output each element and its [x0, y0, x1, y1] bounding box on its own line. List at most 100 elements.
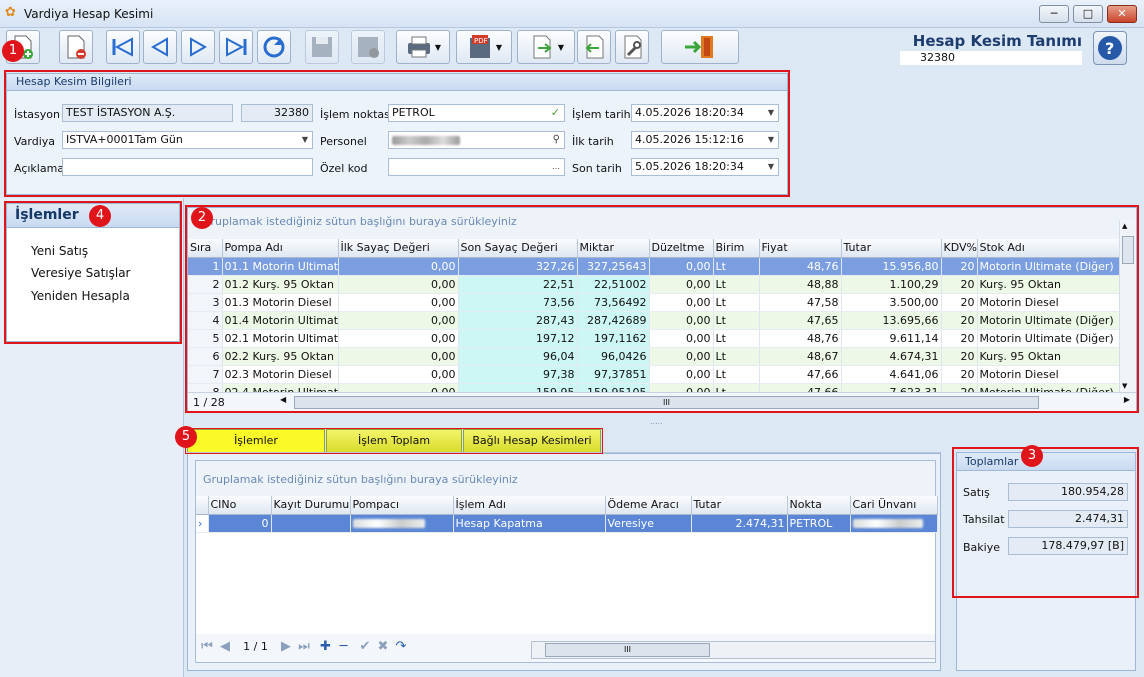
istasyon-code-field[interactable]: 32380 — [241, 104, 313, 122]
sidebar-item-veresiye[interactable]: Veresiye Satışlar — [31, 266, 130, 280]
last-page-icon[interactable]: ⏭ — [295, 639, 313, 654]
ozel-kod-field[interactable]: … — [388, 158, 565, 176]
bakiye-label: Bakiye — [963, 541, 1000, 554]
table-row[interactable]: › 0 Hesap Kapatma Veresiye 2.474,31 PETR… — [196, 514, 938, 533]
son-tarih-picker[interactable]: 5.05.2026 18:20:34 ▼ — [631, 158, 779, 176]
table-row[interactable]: 1 01.1 Motorin Ultimate 0,00 327,26 327,2564… — [188, 257, 1120, 276]
pump-col-header[interactable]: Miktar — [577, 239, 650, 258]
pompaci-redacted — [352, 519, 425, 528]
pump-cell: 48,76 — [759, 257, 842, 276]
splitter-handle[interactable]: ..... — [650, 417, 663, 426]
tx-col-header[interactable]: Nokta — [787, 496, 851, 515]
pump-cell: 287,43 — [458, 311, 578, 330]
tx-hscrollbar[interactable]: III — [531, 641, 936, 659]
islem-tarihi-picker[interactable]: 4.05.2026 18:20:34 ▼ — [631, 104, 779, 122]
tx-col-header[interactable]: Pompacı — [350, 496, 454, 515]
tx-col-header[interactable]: Kayıt Durumu — [271, 496, 351, 515]
pump-col-header[interactable]: Stok Adı — [977, 239, 1120, 258]
print-button[interactable]: ▼ — [396, 30, 450, 64]
tab-islemler[interactable]: İşlemler — [187, 429, 325, 453]
tab-islem-toplam[interactable]: İşlem Toplam — [326, 429, 462, 452]
close-button[interactable]: ✕ — [1107, 5, 1137, 23]
table-row[interactable]: 2 01.2 Kurş. 95 Oktan 0,00 22,51 22,51002 0,0… — [188, 275, 1120, 294]
tab-bagli-hesap[interactable]: Bağlı Hesap Kesimleri — [463, 429, 601, 452]
delete-record-button[interactable] — [59, 30, 93, 64]
pump-col-header[interactable]: KDV% — [941, 239, 978, 258]
first-record-button[interactable] — [106, 30, 140, 64]
aciklama-field[interactable] — [62, 158, 313, 176]
tx-col-header[interactable]: İşlem Adı — [453, 496, 606, 515]
pump-cell: 0,00 — [338, 347, 459, 366]
table-row[interactable]: 5 02.1 Motorin Ultimate 0,00 197,12 197,1162… — [188, 329, 1120, 348]
prev-page-icon[interactable]: ◀ — [216, 639, 234, 654]
pump-col-header[interactable]: Fiyat — [759, 239, 842, 258]
pump-footer: 1 / 28 ◀ III ▶ — [188, 392, 1136, 411]
table-row[interactable]: 4 01.4 Motorin Ultimate 0,00 287,43 287,4268… — [188, 311, 1120, 330]
ilk-tarih-picker[interactable]: 4.05.2026 15:12:16 ▼ — [631, 131, 779, 149]
save-button[interactable] — [305, 30, 339, 64]
help-button[interactable]: ? — [1093, 31, 1127, 65]
pump-hscroll-thumb[interactable]: III — [294, 396, 1039, 409]
next-page-icon[interactable]: ▶ — [277, 639, 295, 654]
satis-label: Satış — [963, 486, 990, 499]
pump-col-header[interactable]: Birim — [713, 239, 760, 258]
pump-col-header[interactable]: Son Sayaç Değeri — [458, 239, 578, 258]
maximize-button[interactable]: □ — [1073, 5, 1103, 23]
pump-cell: 0,00 — [649, 293, 714, 312]
table-row[interactable]: 6 02.2 Kurş. 95 Oktan 0,00 96,04 96,0426 0,00… — [188, 347, 1120, 366]
sidebar-item-yeniden-hesapla[interactable]: Yeniden Hesapla — [31, 289, 130, 303]
pump-col-header[interactable]: Pompa Adı — [222, 239, 339, 258]
scroll-right-icon[interactable]: ▶ — [1124, 395, 1130, 404]
last-record-button[interactable] — [219, 30, 253, 64]
pdf-icon: PDF — [469, 35, 490, 58]
export-button[interactable]: ▼ — [517, 30, 575, 64]
vardiya-select[interactable]: ISTVA+0001Tam Gün ▼ — [62, 131, 313, 149]
next-record-button[interactable] — [181, 30, 215, 64]
tx-col-header[interactable]: Ödeme Aracı — [605, 496, 692, 515]
cell-pompaci — [350, 514, 454, 533]
tools-button[interactable] — [615, 30, 649, 64]
istasyon-field[interactable]: TEST İSTASYON A.Ş. — [62, 104, 233, 122]
confirm-icon[interactable]: ✔ — [356, 639, 374, 654]
tx-col-header[interactable]: Tutar — [691, 496, 788, 515]
cancel-edit-icon[interactable]: ✖ — [374, 639, 392, 654]
add-row-icon[interactable]: ✚ — [317, 639, 335, 654]
exit-button[interactable] — [661, 30, 739, 64]
first-icon — [112, 37, 133, 57]
annotation-badge-5: 5 — [175, 426, 197, 448]
pump-col-header[interactable]: İlk Sayaç Değeri — [338, 239, 459, 258]
pump-cell: 6 — [188, 347, 223, 366]
pump-cell: Kurş. 95 Oktan — [977, 275, 1120, 294]
table-row[interactable]: 3 01.3 Motorin Diesel 0,00 73,56 73,56492 0,0… — [188, 293, 1120, 312]
pump-vscrollbar[interactable]: ▲ ▼ — [1119, 220, 1136, 392]
tx-grid: Gruplamak istediğiniz sütun başlığını bu… — [195, 460, 938, 663]
chevron-down-icon: ▼ — [434, 42, 442, 52]
pump-cell: 97,38 — [458, 365, 578, 384]
export-doc-icon — [533, 35, 552, 59]
cancel-save-button[interactable] — [351, 30, 385, 64]
export-pdf-button[interactable]: PDF ▼ — [456, 30, 512, 64]
butterfly-logo-icon: ✿ — [5, 5, 16, 20]
scroll-left-icon[interactable]: ◀ — [280, 395, 286, 404]
previous-record-button[interactable] — [143, 30, 177, 64]
sidebar-item-yeni-satis[interactable]: Yeni Satış — [31, 244, 88, 258]
refresh-button[interactable] — [257, 30, 291, 64]
tx-col-header[interactable]: Cari Ünvanı — [850, 496, 938, 515]
pump-cell: 0,00 — [649, 347, 714, 366]
remove-row-icon[interactable]: ─ — [335, 639, 353, 654]
pump-col-header[interactable]: Tutar — [841, 239, 942, 258]
minimize-button[interactable]: ─ — [1039, 5, 1069, 23]
import-button[interactable] — [577, 30, 611, 64]
personel-field[interactable]: ⚲ — [388, 131, 565, 149]
pump-vscroll-thumb[interactable] — [1122, 236, 1134, 264]
first-page-icon[interactable]: ⏮ — [198, 639, 216, 654]
tx-col-header[interactable]: CINo — [208, 496, 272, 515]
tx-hscroll-thumb[interactable]: III — [545, 643, 710, 657]
pump-col-header[interactable]: Sıra — [188, 239, 223, 258]
table-row[interactable]: 7 02.3 Motorin Diesel 0,00 97,38 97,37851 0,0… — [188, 365, 1120, 384]
islem-noktasi-field[interactable]: PETROL ✓ — [388, 104, 565, 122]
redo-icon[interactable]: ↷ — [392, 639, 410, 654]
pump-col-header[interactable]: Düzeltme — [649, 239, 714, 258]
ellipsis-icon: … — [552, 162, 560, 171]
refresh-icon — [263, 36, 285, 58]
